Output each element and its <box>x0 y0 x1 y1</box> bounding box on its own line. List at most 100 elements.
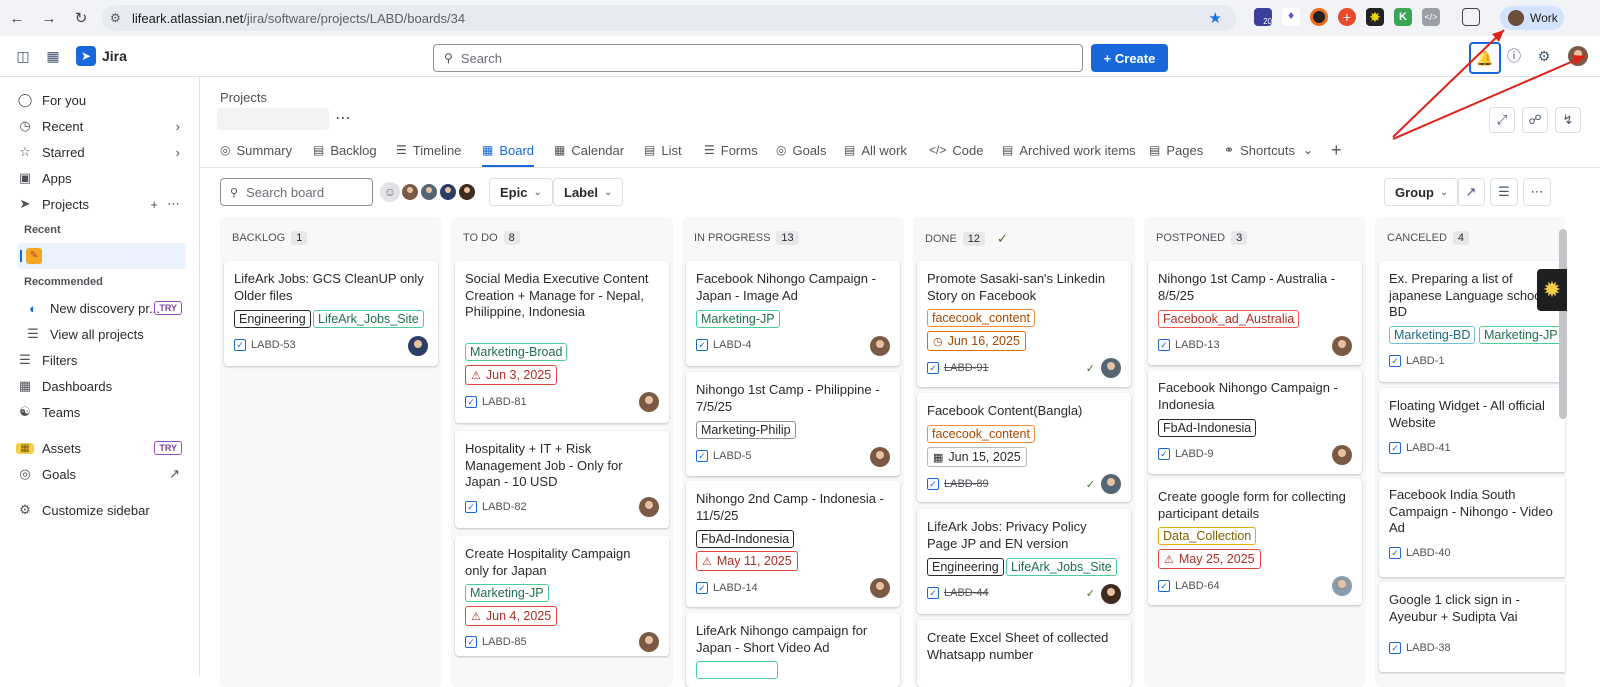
card-label[interactable]: Marketing-Broad <box>465 343 568 361</box>
card-label[interactable]: facecook_content <box>927 425 1035 443</box>
issue-card[interactable]: Nihongo 1st Camp - Australia - 8/5/25 Fa… <box>1148 261 1362 365</box>
issue-card[interactable]: Floating Widget - All official Website ✓… <box>1379 388 1565 472</box>
due-date-badge[interactable]: ⚠ Jun 4, 2025 <box>465 606 558 626</box>
issue-card[interactable]: Create Hospitality Campaign only for Jap… <box>455 536 669 656</box>
insights-chart-icon[interactable]: ↗ <box>1457 178 1485 206</box>
card-key[interactable]: ✓ LABD-40 <box>1389 547 1451 559</box>
tab-list[interactable]: ▤ List <box>644 137 682 163</box>
settings-gear-icon[interactable]: ⚙ <box>1534 46 1554 66</box>
card-key[interactable]: ✓ LABD-81 <box>465 396 527 408</box>
add-tab-icon[interactable]: + <box>1331 137 1342 163</box>
share-icon[interactable]: ☍ <box>1522 107 1548 133</box>
sidebar-item-filters[interactable]: ☰ Filters <box>16 347 186 373</box>
tab-board[interactable]: ▦ Board <box>482 137 535 167</box>
card-label[interactable]: Facebook_ad_Australia <box>1158 310 1300 328</box>
sidebar-item-teams[interactable]: ☯ Teams <box>16 399 186 425</box>
extension-icon[interactable]: 20 <box>1254 8 1272 26</box>
issue-card[interactable]: Google 1 click sign in - Ayeubur + Sudip… <box>1379 582 1565 672</box>
issue-card[interactable]: LifeArk Jobs: GCS CleanUP only Older fil… <box>224 261 438 366</box>
sidebar-toggle-icon[interactable]: ◫ <box>13 46 33 66</box>
card-key[interactable]: ✓ LABD-1 <box>1389 355 1445 367</box>
due-date-badge[interactable]: ⚠ May 25, 2025 <box>1158 549 1261 569</box>
tab-goals[interactable]: ◎ Goals <box>776 137 826 163</box>
tab-forms[interactable]: ☰ Forms <box>704 137 758 163</box>
user-avatar[interactable] <box>1568 46 1588 66</box>
more-icon[interactable]: ⋯ <box>167 196 180 212</box>
extension-circle-icon[interactable] <box>1310 8 1328 26</box>
card-label[interactable]: Marketing-JP <box>465 584 549 602</box>
group-by-button[interactable]: Group ⌄ <box>1384 178 1460 206</box>
assignee-avatar[interactable] <box>639 632 659 652</box>
extension-plus-icon[interactable]: + <box>1338 8 1356 26</box>
card-label[interactable] <box>696 661 778 679</box>
fullscreen-icon[interactable]: ⤢ <box>1489 107 1515 133</box>
assignee-avatar[interactable] <box>457 182 477 202</box>
card-key[interactable]: ✓ LABD-44 <box>927 587 989 599</box>
tab-summary[interactable]: ◎ Summary <box>220 137 292 163</box>
forward-icon[interactable]: → <box>38 7 60 29</box>
card-label[interactable]: LifeArk_Jobs_Site <box>313 310 424 328</box>
automation-bolt-icon[interactable]: ↯ <box>1555 107 1581 133</box>
assignee-avatar[interactable] <box>639 497 659 517</box>
address-bar[interactable]: ⚙ lifeark.atlassian.net/jira/software/pr… <box>102 5 1236 31</box>
global-search-input[interactable]: ⚲ Search <box>433 44 1083 72</box>
app-switcher-icon[interactable]: ▦ <box>43 46 63 66</box>
project-more-icon[interactable]: ⋯ <box>335 108 352 128</box>
assignee-avatar[interactable] <box>1101 358 1121 378</box>
tab-timeline[interactable]: ☰ Timeline <box>396 137 461 163</box>
due-date-badge[interactable]: ◷ Jun 16, 2025 <box>927 331 1026 351</box>
more-actions-icon[interactable]: ⋯ <box>1523 178 1551 206</box>
issue-card[interactable]: Facebook India South Campaign - Nihongo … <box>1379 477 1565 577</box>
external-link-icon[interactable]: ↗ <box>169 466 180 482</box>
extension-code-icon[interactable]: </> <box>1422 8 1440 26</box>
back-icon[interactable]: ← <box>6 7 28 29</box>
browser-profile-button[interactable]: Work <box>1500 6 1564 30</box>
jira-logo[interactable]: ➤ <box>76 46 96 66</box>
assignee-avatar[interactable] <box>870 447 890 467</box>
sidebar-item-goals[interactable]: ◎ Goals ↗ <box>16 461 186 487</box>
issue-card[interactable]: Promote Sasaki-san's Linkedin Story on F… <box>917 261 1131 387</box>
sidebar-item-view-all-projects[interactable]: ☰ View all projects <box>24 321 194 347</box>
card-label[interactable]: Engineering <box>927 558 1004 576</box>
card-key[interactable]: ✓ LABD-9 <box>1158 448 1214 460</box>
tab-backlog[interactable]: ▤ Backlog <box>313 137 377 163</box>
card-label[interactable]: Engineering <box>234 310 311 328</box>
card-key[interactable]: ✓ LABD-13 <box>1158 339 1220 351</box>
assignee-avatar[interactable] <box>1332 336 1352 356</box>
issue-card[interactable]: Create Excel Sheet of collected Whatsapp… <box>917 620 1131 687</box>
card-label[interactable]: facecook_content <box>927 309 1035 327</box>
add-project-icon[interactable]: + <box>150 197 158 212</box>
assignee-avatar[interactable] <box>1101 474 1121 494</box>
unassigned-avatar[interactable]: ☺ <box>380 182 400 202</box>
card-key[interactable]: ✓ LABD-41 <box>1389 442 1451 454</box>
sidebar-item-new-discovery[interactable]: ◐ New discovery pr... TRY <box>24 295 186 321</box>
card-label[interactable]: Marketing-JP <box>1479 326 1563 344</box>
board-search-input[interactable]: ⚲ Search board <box>220 178 373 206</box>
card-label[interactable]: FbAd-Indonesia <box>696 530 795 548</box>
issue-card[interactable]: Create google form for collecting partic… <box>1148 479 1362 605</box>
card-label[interactable]: Marketing-Philip <box>696 421 796 439</box>
view-settings-icon[interactable]: ☰ <box>1490 178 1518 206</box>
assignee-avatar[interactable] <box>639 392 659 412</box>
tab-code[interactable]: </> Code <box>929 137 983 163</box>
create-button[interactable]: + Create <box>1091 44 1168 72</box>
card-key[interactable]: ✓ LABD-4 <box>696 339 752 351</box>
issue-card[interactable]: Facebook Nihongo Campaign - Indonesia Fb… <box>1148 370 1362 474</box>
extension-k-icon[interactable]: K <box>1394 8 1412 26</box>
card-label[interactable]: FbAd-Indonesia <box>1158 419 1257 437</box>
card-key[interactable]: ✓ LABD-53 <box>234 339 296 351</box>
card-key[interactable]: ✓ LABD-89 <box>927 478 989 490</box>
tab-shortcuts[interactable]: ⚭ Shortcuts ⌄ <box>1224 137 1313 163</box>
card-key[interactable]: ✓ LABD-14 <box>696 582 758 594</box>
reload-icon[interactable]: ↻ <box>70 7 92 29</box>
tab-pages[interactable]: ▤ Pages <box>1149 137 1203 163</box>
epic-filter-button[interactable]: Epic ⌄ <box>489 178 553 206</box>
issue-card[interactable]: Facebook Nihongo Campaign - Japan - Imag… <box>686 261 900 366</box>
tab-archived-work-items[interactable]: ▤ Archived work items <box>1002 137 1136 163</box>
chevron-right-icon[interactable]: › <box>176 119 180 134</box>
bookmark-star-icon[interactable]: ★ <box>1209 9 1222 27</box>
sidebar-current-project[interactable]: ✎ <box>18 243 186 269</box>
sidebar-item-dashboards[interactable]: ▦ Dashboards <box>16 373 186 399</box>
assignee-avatar[interactable] <box>1332 576 1352 596</box>
help-icon[interactable]: ⓘ <box>1504 46 1524 66</box>
